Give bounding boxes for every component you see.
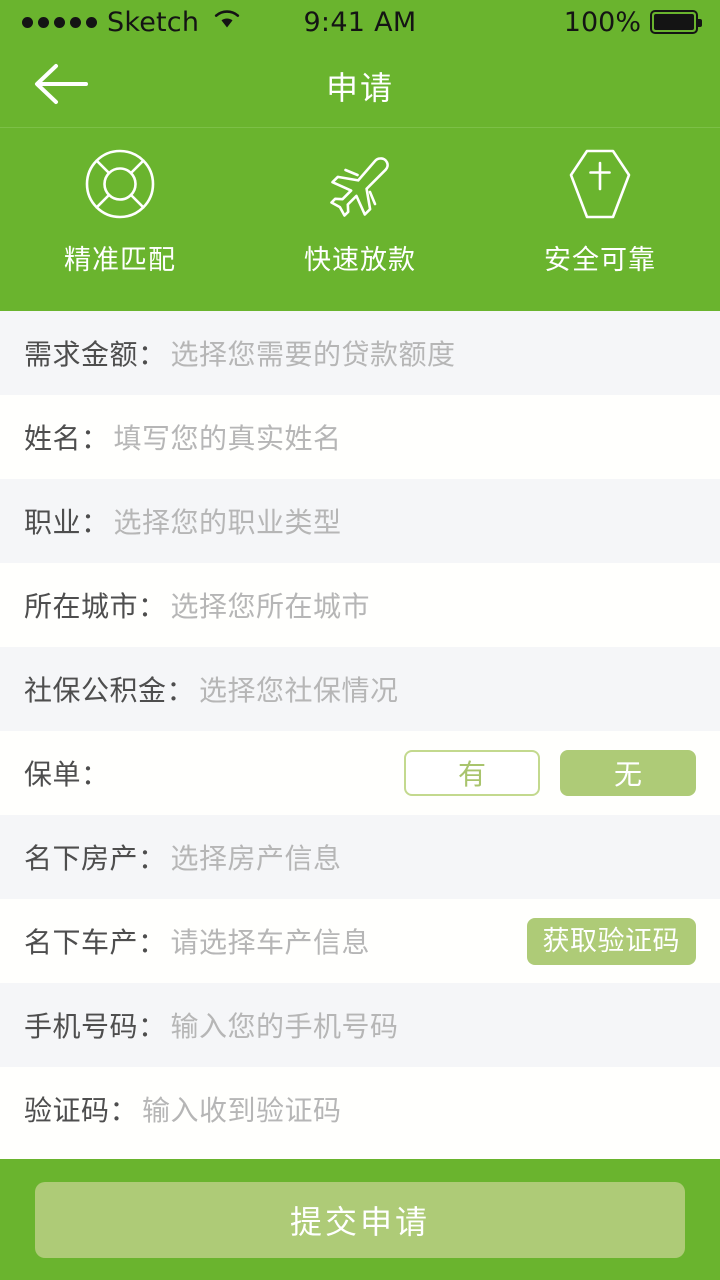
row-placeholder: 选择您社保情况 (199, 674, 399, 707)
row-placeholder: 输入您的手机号码 (170, 1010, 399, 1043)
form-row-verification-code[interactable]: 验证码： 输入收到验证码 (0, 1067, 720, 1151)
policy-toggle-no-label: 无 (613, 758, 642, 791)
status-bar: Sketch 9:41 AM 100% (0, 0, 720, 44)
policy-toggle-group: 有 无 (404, 750, 696, 796)
page-title: 申请 (325, 68, 394, 107)
clock-label: 9:41 AM (303, 6, 417, 38)
policy-toggle-yes[interactable]: 有 (404, 750, 540, 796)
row-label: 社保公积金： (24, 674, 196, 707)
feature-label: 快速放款 (304, 245, 416, 276)
application-screen: Sketch 9:41 AM 100% 申请 精准匹配 快速放款 安全可靠 需求… (0, 0, 720, 1280)
get-verification-code-button[interactable]: 获取验证码 (526, 917, 696, 965)
row-label: 保单： (24, 758, 110, 791)
battery-full-icon (650, 10, 702, 34)
form-row-insurance-policy: 保单： 有 无 (0, 731, 720, 815)
form-row-social-insurance[interactable]: 社保公积金： 选择您社保情况 (0, 647, 720, 731)
submit-application-label: 提交申请 (289, 1202, 430, 1241)
row-placeholder: 选择您的职业类型 (113, 506, 342, 539)
feature-item-fast-loan[interactable]: 快速放款 (240, 146, 480, 277)
row-placeholder: 输入收到验证码 (142, 1094, 342, 1127)
row-label: 名下车产： (24, 926, 167, 959)
arrow-left-icon (32, 61, 90, 111)
row-placeholder: 选择您所在城市 (170, 590, 371, 623)
lifebuoy-icon (83, 146, 157, 222)
row-label: 验证码： (24, 1094, 139, 1127)
row-label: 名下房产： (24, 842, 167, 875)
policy-toggle-no[interactable]: 无 (560, 750, 696, 796)
footer-bar: 提交申请 (0, 1159, 720, 1280)
form-row-property[interactable]: 名下房产： 选择房产信息 (0, 815, 720, 899)
row-placeholder: 选择房产信息 (170, 842, 342, 875)
feature-item-accurate-match[interactable]: 精准匹配 (0, 146, 240, 277)
carrier-label: Sketch (107, 6, 200, 38)
battery-percent-label: 100% (563, 6, 641, 38)
feature-item-safe-reliable[interactable]: 安全可靠 (480, 146, 720, 277)
form-row-vehicle[interactable]: 名下车产： 请选择车产信息 获取验证码 (0, 899, 720, 983)
application-form: 需求金额： 选择您需要的贷款额度 姓名： 填写您的真实姓名 职业： 选择您的职业… (0, 311, 720, 1159)
row-label: 手机号码： (24, 1010, 167, 1043)
airplane-icon (322, 146, 398, 222)
shield-cross-icon (563, 146, 637, 222)
wifi-icon (213, 7, 241, 37)
feature-highlights: 精准匹配 快速放款 安全可靠 (0, 128, 720, 311)
feature-label: 安全可靠 (544, 245, 656, 276)
status-bar-right: 100% (417, 6, 702, 38)
form-row-loan-amount[interactable]: 需求金额： 选择您需要的贷款额度 (0, 311, 720, 395)
row-placeholder: 选择您需要的贷款额度 (170, 338, 456, 371)
get-verification-code-label: 获取验证码 (542, 925, 680, 957)
feature-label: 精准匹配 (64, 245, 176, 276)
row-label: 所在城市： (24, 590, 167, 623)
row-label: 姓名： (24, 422, 110, 455)
row-label: 需求金额： (24, 338, 167, 371)
form-row-occupation[interactable]: 职业： 选择您的职业类型 (0, 479, 720, 563)
policy-toggle-yes-label: 有 (457, 758, 486, 791)
signal-strength-icon (22, 16, 97, 28)
nav-bar: 申请 (0, 44, 720, 128)
status-bar-left: Sketch (22, 7, 303, 38)
submit-application-button[interactable]: 提交申请 (35, 1181, 685, 1258)
form-row-city[interactable]: 所在城市： 选择您所在城市 (0, 563, 720, 647)
back-button[interactable] (24, 44, 98, 127)
row-placeholder: 填写您的真实姓名 (113, 422, 342, 455)
row-placeholder: 请选择车产信息 (170, 926, 371, 959)
form-row-phone[interactable]: 手机号码： 输入您的手机号码 (0, 983, 720, 1067)
form-row-name[interactable]: 姓名： 填写您的真实姓名 (0, 395, 720, 479)
row-label: 职业： (24, 506, 110, 539)
